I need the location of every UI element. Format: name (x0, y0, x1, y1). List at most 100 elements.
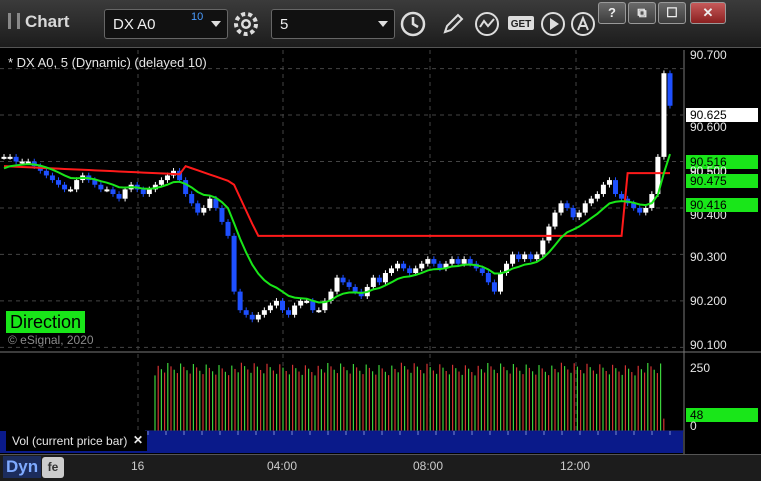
candle-body (237, 291, 243, 311)
candle-body (637, 207, 643, 213)
chevron-down-icon[interactable] (211, 21, 221, 27)
candle-body (370, 277, 376, 287)
drag-grip-icon[interactable] (8, 13, 20, 29)
candles (1, 70, 673, 323)
candle-body (558, 203, 564, 213)
chart-title: * DX A0, 5 (Dynamic) (delayed 10) (8, 55, 207, 70)
price-tick: 90.100 (690, 338, 727, 352)
pencil-icon[interactable] (438, 9, 468, 39)
candle-body (352, 286, 358, 292)
candle-body (606, 180, 612, 185)
alert-icon[interactable] (568, 9, 598, 39)
candle-body (292, 305, 298, 315)
candle-body (449, 259, 455, 264)
candle-body (407, 268, 413, 274)
symbol-input[interactable]: DX A0 10 (104, 9, 228, 39)
interval-value: 5 (280, 16, 289, 33)
direction-badge: Direction (6, 311, 86, 333)
candle-body (467, 259, 473, 264)
candle-body (485, 273, 491, 283)
grid (0, 50, 684, 431)
candle-body (600, 184, 606, 195)
candle-body (62, 184, 68, 190)
app-title[interactable]: Chart (8, 12, 69, 32)
candle-body (280, 300, 286, 311)
candle-body (534, 254, 540, 260)
candle-body (243, 310, 249, 315)
candle-body (425, 259, 431, 264)
restore-button[interactable]: ⧉ (628, 2, 656, 24)
candle-body (146, 189, 152, 195)
mode-icon[interactable]: fe (42, 457, 64, 478)
play-icon[interactable] (538, 9, 568, 39)
candle-body (1, 156, 7, 159)
candle-body (437, 263, 443, 269)
candle-body (546, 226, 552, 241)
time-label: 08:00 (413, 459, 444, 473)
candle-body (43, 170, 49, 176)
red-line (3, 164, 670, 237)
candle-body (570, 207, 576, 218)
study-icon[interactable] (472, 9, 502, 39)
candle-body (588, 198, 594, 204)
candle-body (55, 180, 61, 185)
mode-button[interactable]: Dyn (3, 456, 42, 478)
app-title-text: Chart (25, 12, 70, 31)
candle-body (68, 189, 74, 192)
candle-body (110, 189, 116, 195)
candle-body (667, 73, 673, 106)
settings-icon[interactable] (231, 9, 261, 39)
candle-body (267, 305, 273, 311)
candle-body (564, 203, 570, 208)
candle-body (510, 254, 516, 264)
candle-body (273, 300, 279, 306)
clock-icon[interactable] (398, 9, 428, 39)
volume-tick: 0 (690, 419, 697, 433)
candle-body (395, 263, 401, 269)
candle-body (516, 254, 522, 260)
candle-body (201, 207, 207, 213)
candle-body (298, 300, 304, 306)
candle-body (419, 263, 425, 269)
chevron-down-icon[interactable] (378, 21, 388, 27)
price-tick: 90.300 (690, 250, 727, 264)
interval-input[interactable]: 5 (271, 9, 395, 39)
candle-body (98, 184, 104, 190)
candle-body (140, 189, 146, 195)
time-label: 04:00 (267, 459, 298, 473)
time-label: 12:00 (560, 459, 591, 473)
candle-body (461, 259, 467, 264)
maximize-button[interactable]: ☐ (658, 2, 686, 24)
candle-body (183, 180, 189, 195)
candle-body (189, 194, 195, 204)
candle-body (491, 282, 497, 292)
candle-body (334, 277, 340, 292)
price-tick: 90.600 (690, 120, 727, 134)
close-icon[interactable]: ✕ (133, 433, 143, 447)
candle-body (346, 282, 352, 287)
support-tag: 90.416 (686, 198, 758, 212)
title-bar: Chart DX A0 10 5 GET ? ⧉ ☐ ✕ (0, 0, 761, 48)
candle-body (104, 189, 110, 192)
candle-body (643, 207, 649, 213)
volume-label: Vol (current price bar) (6, 431, 147, 451)
help-button[interactable]: ? (598, 2, 626, 24)
candle-body (661, 73, 667, 157)
candle-body (431, 259, 437, 264)
candle-body (7, 156, 13, 159)
get-label: GET (511, 19, 532, 30)
candle-body (19, 161, 25, 164)
candle-body (528, 254, 534, 260)
candle-body (219, 207, 225, 222)
close-button[interactable]: ✕ (690, 2, 726, 24)
time-label: 16 (131, 459, 145, 473)
candle-body (594, 194, 600, 199)
price-chart[interactable] (0, 48, 761, 454)
get-icon[interactable]: GET (506, 9, 536, 39)
candle-body (231, 235, 237, 292)
volume-bars (154, 362, 665, 431)
candle-body (382, 273, 388, 283)
candle-body (261, 310, 267, 315)
price-tick: 90.200 (690, 294, 727, 308)
candle-body (479, 268, 485, 274)
